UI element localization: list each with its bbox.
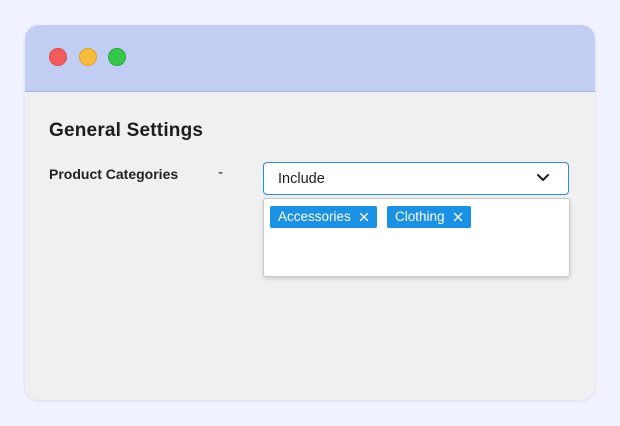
close-window-button[interactable] xyxy=(49,48,67,66)
tag-accessories: Accessories xyxy=(270,206,377,228)
close-icon[interactable] xyxy=(453,212,463,222)
maximize-window-button[interactable] xyxy=(108,48,126,66)
chevron-down-icon xyxy=(537,174,549,181)
minimize-window-button[interactable] xyxy=(79,48,97,66)
title-bar xyxy=(25,25,595,92)
category-tags-input[interactable]: Accessories Clothing xyxy=(263,198,570,277)
page-title: General Settings xyxy=(49,120,204,141)
include-exclude-select[interactable]: Include xyxy=(263,162,569,195)
app-window: General Settings Product Categories - In… xyxy=(25,25,595,400)
tag-label: Accessories xyxy=(278,209,351,224)
close-icon[interactable] xyxy=(359,212,369,222)
tag-label: Clothing xyxy=(395,209,445,224)
field-separator: - xyxy=(218,164,223,181)
tag-clothing: Clothing xyxy=(387,206,471,228)
product-categories-label: Product Categories xyxy=(49,166,179,182)
select-value: Include xyxy=(278,171,325,187)
